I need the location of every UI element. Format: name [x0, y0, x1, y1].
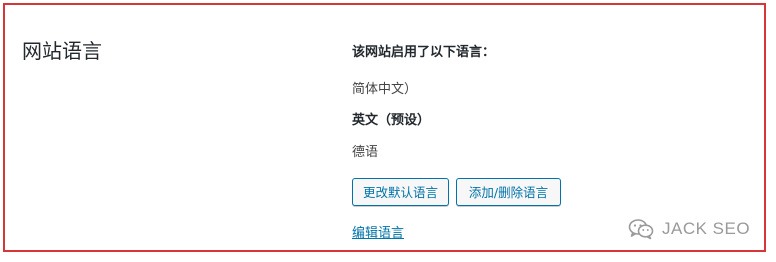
settings-panel: 网站语言 该网站启用了以下语言： 简体中文） 英文（预设） 德语 更改默认语言 …	[3, 3, 766, 252]
language-item-simplified-chinese: 简体中文）	[352, 82, 418, 97]
change-default-language-button[interactable]: 更改默认语言	[352, 178, 449, 206]
section-title: 网站语言	[22, 39, 102, 63]
wechat-icon	[628, 218, 654, 240]
language-item-german: 德语	[352, 145, 379, 160]
edit-languages-link[interactable]: 编辑语言	[352, 222, 404, 241]
languages-intro: 该网站启用了以下语言：	[352, 45, 496, 60]
language-item-english-default: 英文（预设）	[352, 113, 431, 128]
add-remove-languages-button[interactable]: 添加/删除语言	[456, 178, 561, 206]
watermark-text: JACK SEO	[662, 219, 751, 238]
watermark: JACK SEO	[628, 218, 750, 240]
